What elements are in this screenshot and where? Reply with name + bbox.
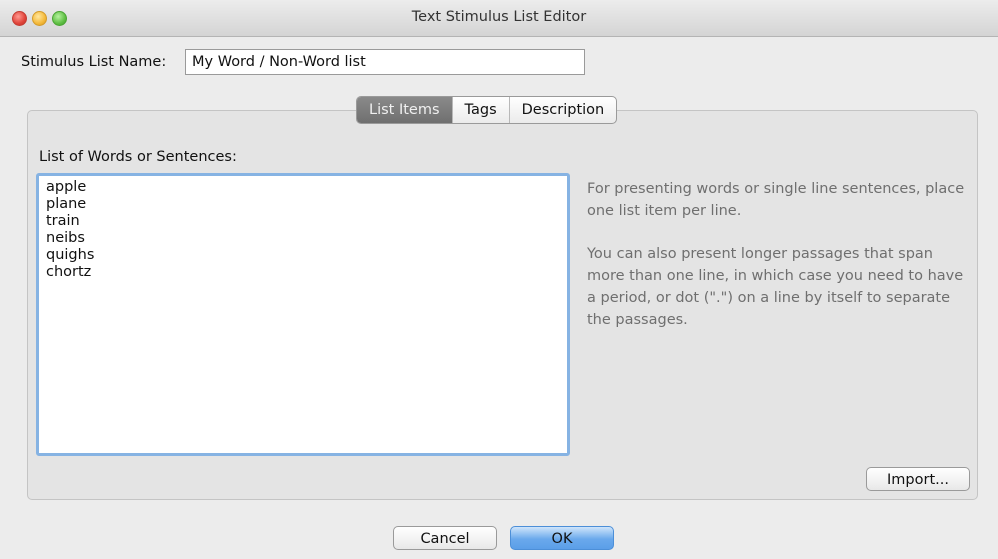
ok-button[interactable]: OK [510, 526, 614, 550]
help-text-single-line: For presenting words or single line sent… [587, 181, 965, 219]
title-bar: Text Stimulus List Editor [0, 0, 998, 37]
cancel-button[interactable]: Cancel [393, 526, 497, 550]
stimulus-list-name-input[interactable] [185, 49, 585, 75]
tab-description[interactable]: Description [508, 97, 617, 123]
help-text-passages: You can also present longer passages tha… [587, 246, 964, 328]
tab-tags[interactable]: Tags [451, 97, 509, 123]
stimulus-list-name-label: Stimulus List Name: [21, 54, 167, 70]
list-items-label: List of Words or Sentences: [39, 149, 237, 165]
list-items-textarea[interactable]: apple plane train neibs quighs chortz [36, 173, 570, 456]
window-title: Text Stimulus List Editor [411, 9, 587, 25]
tab-bar: List Items Tags Description [356, 96, 618, 124]
tab-list-items[interactable]: List Items [357, 97, 452, 123]
import-button[interactable]: Import... [866, 467, 970, 491]
